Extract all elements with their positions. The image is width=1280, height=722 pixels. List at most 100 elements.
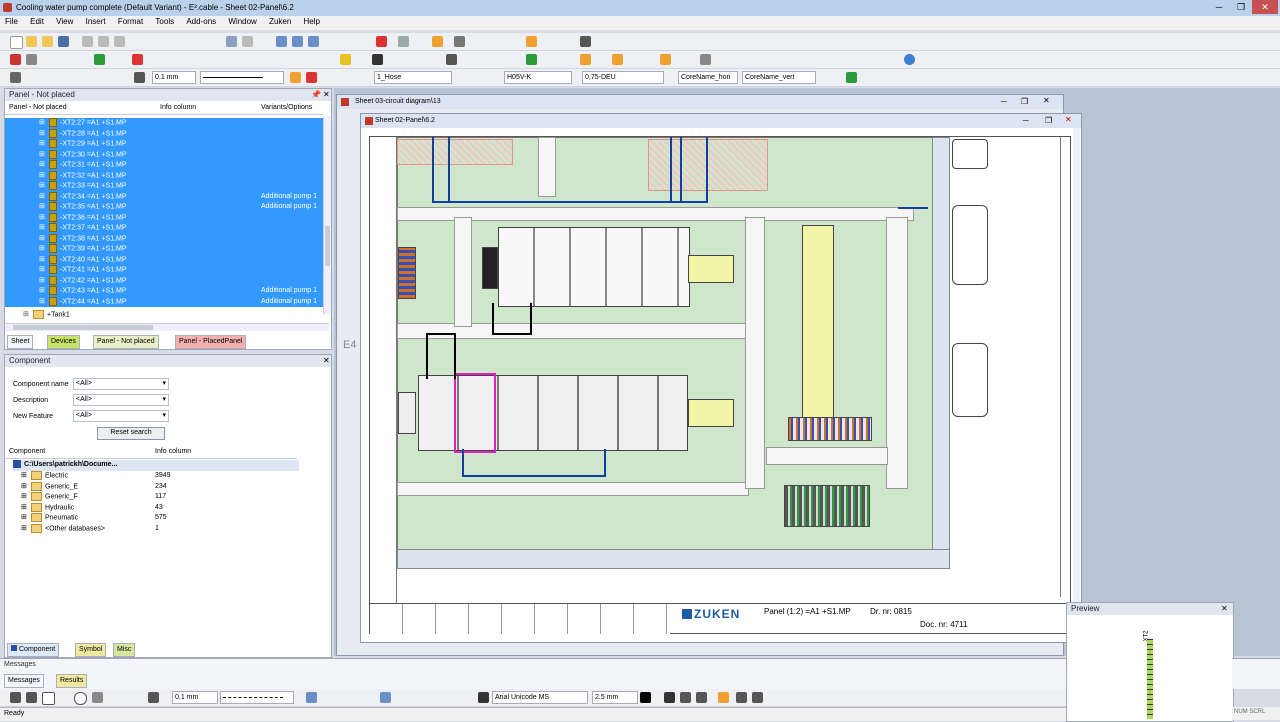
tree-row[interactable]: ⊞ -XT2:43 =A1 +S1.MP Additional pump 1 bbox=[5, 286, 323, 297]
expand-icon[interactable]: ⊞ bbox=[39, 234, 45, 244]
col-variants[interactable]: Variants/Options bbox=[261, 104, 312, 111]
tab-misc[interactable]: Misc bbox=[113, 643, 136, 657]
menu-format[interactable]: Format bbox=[113, 16, 148, 27]
tab-panel-placed[interactable]: Panel - PlacedPanel bbox=[175, 335, 247, 349]
terminal-strip-xt1[interactable] bbox=[788, 417, 872, 441]
description-dropdown[interactable]: <All> bbox=[73, 394, 169, 406]
tab-symbol[interactable]: Symbol bbox=[75, 643, 107, 657]
expand-icon[interactable]: ⊞ bbox=[21, 524, 31, 534]
menu-zuken[interactable]: Zuken bbox=[264, 16, 296, 27]
circuit-close-button[interactable]: ✕ bbox=[1043, 96, 1050, 105]
paste-icon[interactable] bbox=[114, 36, 125, 47]
cross-section-dropdown[interactable]: 0,75-DEU bbox=[582, 71, 664, 84]
expand-icon[interactable]: ⊞ bbox=[39, 181, 45, 191]
left-terminals[interactable] bbox=[398, 247, 416, 299]
draw-circle-icon[interactable] bbox=[74, 692, 87, 705]
bold-icon[interactable] bbox=[664, 692, 675, 703]
expand-icon[interactable]: ⊞ bbox=[39, 297, 45, 307]
measure-icon[interactable] bbox=[700, 54, 711, 65]
save-icon[interactable] bbox=[58, 36, 69, 47]
menu-help[interactable]: Help bbox=[299, 16, 325, 27]
tab-panel-not-placed[interactable]: Panel - Not placed bbox=[93, 335, 159, 349]
bundle-icon[interactable] bbox=[612, 54, 623, 65]
panel-vertical-scrollbar[interactable] bbox=[1073, 128, 1080, 640]
cable-channel[interactable] bbox=[802, 225, 834, 427]
route-icon[interactable] bbox=[526, 54, 537, 65]
tree-row[interactable]: ⊞ -XT2:37 =A1 +S1.MP bbox=[5, 223, 323, 234]
minimize-button[interactable]: ─ bbox=[1208, 0, 1230, 14]
italic-icon[interactable] bbox=[680, 692, 691, 703]
component-list-item[interactable]: ⊞ Hydraulic 43 bbox=[13, 502, 299, 514]
hose-dropdown[interactable]: 1_Hose bbox=[374, 71, 452, 84]
tree-row[interactable]: ⊞ -XT2:34 =A1 +S1.MP Additional pump 1 bbox=[5, 191, 323, 202]
tree-row[interactable]: ⊞ -XT2:35 =A1 +S1.MP Additional pump 1 bbox=[5, 202, 323, 213]
terminal-strip-xt2[interactable] bbox=[784, 485, 870, 527]
expand-icon[interactable]: ⊞ bbox=[21, 482, 31, 492]
draw-arc-icon[interactable] bbox=[92, 692, 103, 703]
line-style-dropdown[interactable] bbox=[220, 691, 294, 704]
align-text-left-icon[interactable] bbox=[718, 692, 729, 703]
circuit-breaker-row[interactable] bbox=[498, 227, 690, 307]
component-list-item[interactable]: ⊞ Electric 3949 bbox=[13, 471, 299, 482]
help-icon[interactable] bbox=[904, 54, 915, 65]
tank-row[interactable]: ⊞ +Tank1 bbox=[5, 310, 323, 321]
insert-cross-icon[interactable] bbox=[132, 54, 143, 65]
text-icon[interactable] bbox=[454, 36, 465, 47]
circuit-maximize-button[interactable]: ❐ bbox=[1021, 97, 1028, 106]
insert-device-icon[interactable] bbox=[10, 54, 21, 65]
wire-color-icon[interactable] bbox=[306, 72, 317, 83]
draw-rect-icon[interactable] bbox=[42, 692, 55, 705]
zoom-fit-icon[interactable] bbox=[308, 36, 319, 47]
line-width-icon[interactable] bbox=[148, 692, 159, 703]
core-vert-dropdown[interactable]: CoreName_vert bbox=[742, 71, 816, 84]
tree-row[interactable]: ⊞ -XT2:40 =A1 +S1.MP bbox=[5, 254, 323, 265]
core-hori-dropdown[interactable]: CoreName_hori bbox=[678, 71, 738, 84]
arrow-icon[interactable] bbox=[10, 72, 21, 83]
text-style-icon[interactable] bbox=[478, 692, 489, 703]
tab-results[interactable]: Results bbox=[56, 674, 88, 688]
expand-icon[interactable]: ⊞ bbox=[39, 202, 45, 212]
align-icon[interactable] bbox=[526, 36, 537, 47]
component-list-item[interactable]: ⊞ Generic_E 234 bbox=[13, 481, 299, 493]
circuit-minimize-button[interactable]: ─ bbox=[1001, 97, 1007, 106]
expand-icon[interactable]: ⊞ bbox=[39, 192, 45, 202]
expand-icon[interactable]: ⊞ bbox=[39, 213, 45, 223]
tab-messages[interactable]: Messages bbox=[4, 674, 44, 688]
col-component-info[interactable]: Info column bbox=[155, 448, 191, 455]
grid-icon[interactable] bbox=[398, 36, 409, 47]
open-folder-icon[interactable] bbox=[42, 36, 53, 47]
main-switch[interactable] bbox=[482, 247, 498, 289]
expand-icon[interactable]: ⊞ bbox=[39, 244, 45, 254]
expand-icon[interactable]: ⊞ bbox=[39, 171, 45, 181]
open-icon[interactable] bbox=[26, 36, 37, 47]
line-width-dropdown[interactable]: 0.1 mm bbox=[172, 691, 218, 704]
tab-sheet[interactable]: Sheet bbox=[7, 335, 34, 349]
tree-row[interactable]: ⊞ -XT2:38 =A1 +S1.MP bbox=[5, 233, 323, 244]
copy-icon[interactable] bbox=[98, 36, 109, 47]
expand-icon[interactable]: ⊞ bbox=[21, 513, 31, 523]
tab-devices[interactable]: Devices bbox=[47, 335, 80, 349]
font-dropdown[interactable]: Arial Unicode MS bbox=[492, 691, 588, 704]
scroll-thumb[interactable] bbox=[325, 226, 330, 266]
tree-row[interactable]: ⊞ -XT2:41 =A1 +S1.MP bbox=[5, 265, 323, 276]
delete-icon[interactable] bbox=[376, 36, 387, 47]
panel-icon[interactable] bbox=[580, 54, 591, 65]
zoom-field[interactable]: 0.1 mm bbox=[152, 71, 196, 84]
connector-3[interactable] bbox=[952, 343, 988, 417]
maximize-button[interactable]: ❐ bbox=[1230, 0, 1252, 14]
tree-row[interactable]: ⊞ -XT2:39 =A1 +S1.MP bbox=[5, 244, 323, 255]
new-feature-dropdown[interactable]: <All> bbox=[73, 410, 169, 422]
connector-1[interactable] bbox=[952, 139, 988, 169]
redo-icon[interactable] bbox=[242, 36, 253, 47]
underline-icon[interactable] bbox=[696, 692, 707, 703]
expand-icon[interactable]: ⊞ bbox=[39, 139, 45, 149]
font-size-dropdown[interactable]: 2.5 mm bbox=[592, 691, 638, 704]
expand-icon[interactable]: ⊞ bbox=[39, 265, 45, 275]
component-list-item[interactable]: ⊞ Pneumatic 575 bbox=[13, 513, 299, 524]
left-terminals-2[interactable] bbox=[398, 392, 416, 434]
color-icon[interactable] bbox=[846, 72, 857, 83]
menu-insert[interactable]: Insert bbox=[81, 16, 111, 27]
expand-icon[interactable]: ⊞ bbox=[23, 310, 29, 320]
draw-line-icon[interactable] bbox=[10, 692, 21, 703]
menu-window[interactable]: Window bbox=[223, 16, 261, 27]
